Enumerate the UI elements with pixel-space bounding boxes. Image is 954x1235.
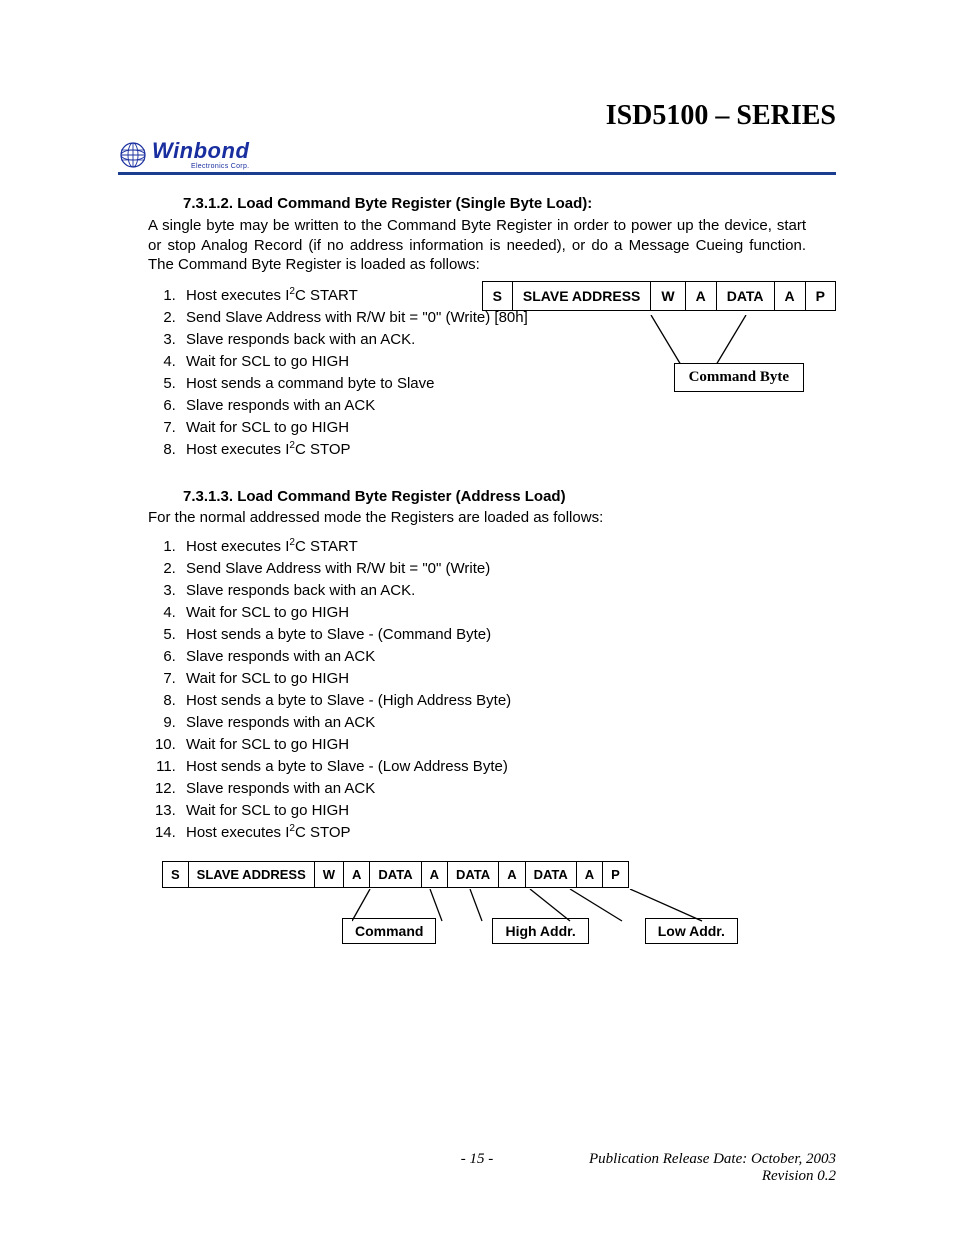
step-item: Wait for SCL to go HIGH bbox=[180, 670, 836, 687]
logo: Winbond Electronics Corp. bbox=[118, 140, 249, 170]
proto-cell: DATA bbox=[448, 861, 499, 887]
proto-cell: A bbox=[421, 861, 447, 887]
proto-cell: A bbox=[344, 861, 370, 887]
step-item: Wait for SCL to go HIGH bbox=[180, 736, 836, 753]
step-item: Slave responds with an ACK bbox=[180, 397, 836, 414]
step-item: Wait for SCL to go HIGH bbox=[180, 419, 836, 436]
step-item: Wait for SCL to go HIGH bbox=[180, 802, 836, 819]
steps-list-2: Host executes I2C START Send Slave Addres… bbox=[168, 538, 836, 841]
proto-cell: DATA bbox=[370, 861, 421, 887]
step-item: Host sends a byte to Slave - (Low Addres… bbox=[180, 758, 836, 775]
section2-paragraph: For the normal addressed mode the Regist… bbox=[148, 509, 806, 526]
proto-cell: A bbox=[499, 861, 525, 887]
diagram-connector-1 bbox=[636, 315, 766, 367]
page-footer: - 15 - Publication Release Date: October… bbox=[118, 1151, 836, 1185]
globe-icon bbox=[118, 140, 148, 170]
proto-cell: A bbox=[685, 281, 716, 310]
protocol-diagram-1: SSLAVE ADDRESSWADATAAP bbox=[482, 281, 836, 311]
proto-cell: S bbox=[163, 861, 189, 887]
step-item: Host executes I2C STOP bbox=[180, 824, 836, 841]
proto-cell: A bbox=[774, 281, 805, 310]
proto-cell: P bbox=[603, 861, 629, 887]
step-item: Send Slave Address with R/W bit = "0" (W… bbox=[180, 560, 836, 577]
proto-cell: SLAVE ADDRESS bbox=[512, 281, 650, 310]
step-item: Wait for SCL to go HIGH bbox=[180, 604, 836, 621]
revision: Revision 0.2 bbox=[762, 1168, 836, 1184]
proto-cell: S bbox=[482, 281, 512, 310]
section-heading-1: 7.3.1.2. Load Command Byte Register (Sin… bbox=[183, 195, 836, 212]
proto-cell: P bbox=[805, 281, 835, 310]
proto-cell: A bbox=[576, 861, 602, 887]
logo-name: Winbond bbox=[152, 138, 249, 163]
header-bar: Winbond Electronics Corp. bbox=[118, 140, 836, 175]
step-item: Slave responds with an ACK bbox=[180, 714, 836, 731]
proto-cell: SLAVE ADDRESS bbox=[188, 861, 314, 887]
step-item: Host executes I2C STOP bbox=[180, 441, 836, 458]
step-item: Slave responds with an ACK bbox=[180, 780, 836, 797]
step-item: Host executes I2C START bbox=[180, 538, 836, 555]
logo-sub: Electronics Corp. bbox=[152, 163, 249, 170]
proto-cell: DATA bbox=[525, 861, 576, 887]
section-heading-2: 7.3.1.3. Load Command Byte Register (Add… bbox=[183, 488, 836, 505]
proto-cell: DATA bbox=[716, 281, 774, 310]
protocol-diagram-2: SSLAVE ADDRESSWADATAADATAADATAAP Command… bbox=[162, 861, 802, 944]
series-title: ISD5100 – SERIES bbox=[118, 100, 836, 132]
step-item: Host sends a byte to Slave - (Command By… bbox=[180, 626, 836, 643]
section1-paragraph: A single byte may be written to the Comm… bbox=[148, 216, 806, 275]
diagram-connector-2 bbox=[352, 889, 772, 923]
proto-cell: W bbox=[651, 281, 685, 310]
step-item: Slave responds back with an ACK. bbox=[180, 582, 836, 599]
proto-cell: W bbox=[314, 861, 343, 887]
step-item: Slave responds with an ACK bbox=[180, 648, 836, 665]
command-byte-annotation: Command Byte bbox=[674, 363, 804, 392]
step-item: Host sends a byte to Slave - (High Addre… bbox=[180, 692, 836, 709]
page-number: - 15 - bbox=[118, 1151, 836, 1168]
